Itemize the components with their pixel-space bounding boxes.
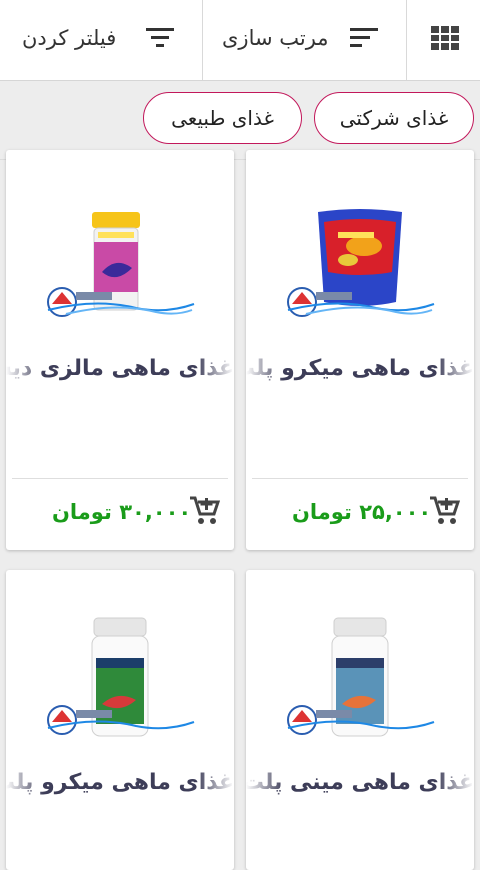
top-toolbar: مرتب سازی فیلتر کردن — [0, 0, 480, 81]
add-to-cart-icon[interactable] — [428, 494, 460, 526]
grid-view-icon — [431, 26, 459, 50]
product-card[interactable]: غذای ماهی میکرو پلت ۲۵,۰۰۰ تومان — [246, 150, 474, 550]
category-chip-label: غذای شرکتی — [339, 106, 449, 130]
add-to-cart-icon[interactable] — [188, 494, 220, 526]
product-image — [287, 617, 435, 737]
filter-button[interactable]: فیلتر کردن — [0, 0, 202, 80]
category-chip-label: غذای طبیعی — [171, 106, 274, 130]
product-price: ۲۵,۰۰۰ تومان — [292, 500, 432, 524]
category-bar: غذای شرکتی غذای طبیعی — [0, 81, 480, 160]
product-card[interactable]: غذای ماهی مالزی دیسکس ۳۰,۰۰۰ تومان — [6, 150, 234, 550]
fish-food-jar-icon — [331, 617, 389, 737]
fish-food-package-icon — [318, 209, 402, 306]
sort-icon — [350, 28, 378, 47]
product-image — [47, 212, 195, 317]
category-chip-natural-food[interactable]: غذای طبیعی — [143, 92, 302, 144]
sort-button[interactable]: مرتب سازی — [204, 0, 406, 80]
category-chip-company-food[interactable]: غذای شرکتی — [314, 92, 474, 144]
product-card[interactable]: غذای ماهی مینی پلت — [246, 570, 474, 870]
toolbar-divider — [406, 0, 407, 80]
filter-icon — [146, 28, 174, 47]
product-title: غذای ماهی میکرو پلت — [6, 770, 234, 806]
product-title: غذای ماهی مینی پلت — [246, 770, 474, 806]
sort-label: مرتب سازی — [222, 26, 329, 50]
card-divider — [12, 478, 228, 479]
product-title: غذای ماهی مالزی دیسکس — [6, 356, 234, 392]
fish-food-jar-icon — [91, 617, 149, 737]
filter-label: فیلتر کردن — [22, 26, 117, 50]
product-image — [47, 617, 195, 737]
product-title: غذای ماهی میکرو پلت — [246, 356, 474, 392]
toolbar-divider — [202, 0, 203, 80]
product-card[interactable]: غذای ماهی میکرو پلت — [6, 570, 234, 870]
product-image — [287, 209, 435, 317]
grid-view-button[interactable] — [408, 0, 480, 80]
product-price: ۳۰,۰۰۰ تومان — [52, 500, 192, 524]
card-divider — [252, 478, 468, 479]
